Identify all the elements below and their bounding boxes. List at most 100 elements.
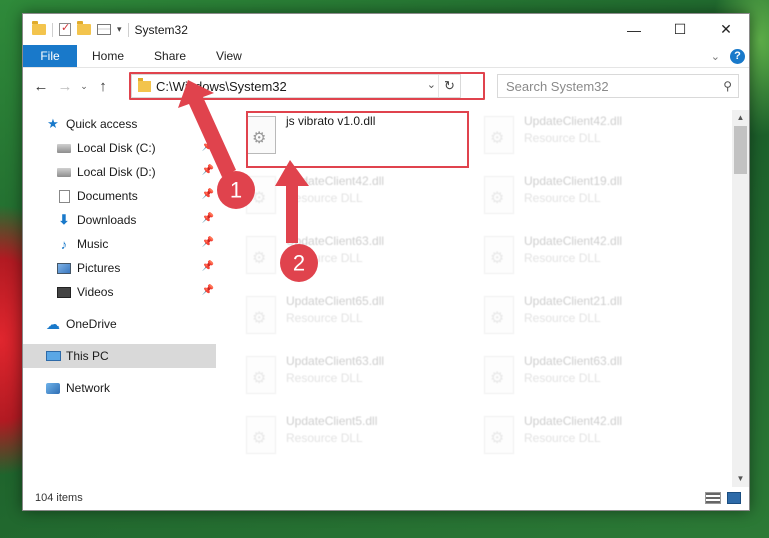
- pin-icon: 📌: [201, 165, 214, 176]
- details-view-icon[interactable]: [705, 492, 721, 504]
- window-controls: — ☐ ✕: [611, 14, 749, 45]
- forward-button[interactable]: →: [53, 74, 77, 98]
- dll-file-icon: [484, 236, 514, 274]
- scroll-up-icon[interactable]: ▲: [732, 110, 749, 126]
- pin-icon: 📌: [201, 261, 214, 272]
- sidebar-item-label: OneDrive: [66, 317, 117, 331]
- sidebar-item-label: This PC: [66, 349, 109, 363]
- network-icon: [45, 381, 61, 395]
- file-item[interactable]: UpdateClient63.dll Resource DLL: [476, 350, 704, 404]
- file-type: Resource DLL: [524, 431, 601, 445]
- ribbon-right-controls: ⌄ ?: [711, 45, 749, 67]
- scroll-down-icon[interactable]: ▼: [732, 471, 749, 487]
- customize-toolbar-chevron-icon[interactable]: ▾: [117, 24, 122, 35]
- documents-icon: [56, 189, 72, 203]
- file-item[interactable]: UpdateClient21.dll Resource DLL: [476, 290, 704, 344]
- disk-icon: [56, 165, 72, 179]
- file-item[interactable]: UpdateClient42.dll Resource DLL: [476, 410, 704, 464]
- file-item[interactable]: UpdateClient19.dll Resource DLL: [476, 170, 704, 224]
- download-icon: ⬇: [58, 212, 70, 227]
- window-title: System32: [134, 22, 188, 37]
- quick-access-toolbar: ▾: [23, 21, 122, 37]
- file-type: Resource DLL: [286, 371, 363, 385]
- file-name: UpdateClient63.dll: [286, 234, 385, 248]
- file-item[interactable]: UpdateClient42.dll Resource DLL: [476, 110, 704, 164]
- address-bar-highlight: [129, 72, 485, 100]
- file-item[interactable]: UpdateClient63.dll Resource DLL: [238, 230, 466, 284]
- up-button[interactable]: ↑: [91, 74, 115, 98]
- large-icons-view-icon[interactable]: [727, 492, 741, 504]
- close-button[interactable]: ✕: [703, 14, 749, 45]
- dll-file-icon: [484, 116, 514, 154]
- search-icon[interactable]: ⚲: [723, 79, 732, 93]
- dll-file-icon: [484, 416, 514, 454]
- sidebar-item-documents[interactable]: Documents 📌: [23, 184, 216, 208]
- recent-locations-button[interactable]: ⌄: [77, 74, 91, 98]
- sidebar-item-pictures[interactable]: Pictures 📌: [23, 256, 216, 280]
- search-box[interactable]: ⚲: [497, 74, 739, 98]
- vertical-scrollbar[interactable]: ▲ ▼: [732, 110, 749, 487]
- new-folder-icon[interactable]: [77, 21, 91, 35]
- folder-icon: [32, 21, 46, 35]
- item-count: 104 items: [35, 492, 83, 504]
- cloud-icon: ☁: [46, 315, 60, 332]
- sidebar-item-this-pc[interactable]: This PC: [23, 344, 216, 368]
- search-input[interactable]: [506, 78, 706, 94]
- back-button[interactable]: ←: [29, 74, 53, 98]
- sidebar-item-local-disk-c[interactable]: Local Disk (C:) 📌: [23, 136, 216, 160]
- pin-icon: 📌: [201, 189, 214, 200]
- tab-view[interactable]: View: [201, 45, 257, 67]
- file-type: Resource DLL: [524, 251, 601, 265]
- file-item[interactable]: UpdateClient5.dll Resource DLL: [238, 410, 466, 464]
- sidebar-item-videos[interactable]: Videos 📌: [23, 280, 216, 304]
- sidebar-item-music[interactable]: ♪ Music 📌: [23, 232, 216, 256]
- file-name: UpdateClient5.dll: [286, 414, 378, 428]
- file-type: Resource DLL: [524, 191, 601, 205]
- sidebar-item-label: Documents: [77, 189, 138, 203]
- sidebar-item-label: Quick access: [66, 117, 138, 131]
- file-type: Resource DLL: [286, 431, 363, 445]
- tab-file[interactable]: File: [23, 45, 77, 67]
- sidebar-item-onedrive[interactable]: ☁ OneDrive: [23, 312, 216, 336]
- file-name: UpdateClient21.dll: [524, 294, 623, 308]
- sidebar-item-network[interactable]: Network: [23, 376, 216, 400]
- file-highlight: [246, 111, 469, 168]
- ribbon-tabs: File Home Share View ⌄ ?: [23, 45, 749, 68]
- view-options-icon[interactable]: [97, 24, 111, 35]
- sidebar-item-label: Network: [66, 381, 111, 395]
- videos-icon: [56, 285, 72, 299]
- toolbar-divider: [52, 22, 53, 37]
- tab-home[interactable]: Home: [77, 45, 139, 67]
- sidebar-item-label: Local Disk (D:): [77, 165, 156, 179]
- help-icon[interactable]: ?: [730, 48, 745, 64]
- pictures-icon: [56, 261, 72, 275]
- view-switcher: [705, 492, 749, 504]
- file-item[interactable]: UpdateClient65.dll Resource DLL: [238, 290, 466, 344]
- sidebar-item-downloads[interactable]: ⬇ Downloads 📌: [23, 208, 216, 232]
- dll-file-icon: [246, 176, 276, 214]
- sidebar-item-label: Pictures: [77, 261, 121, 275]
- minimize-button[interactable]: —: [611, 14, 657, 45]
- sidebar-item-label: Downloads: [77, 213, 137, 227]
- file-type: Resource DLL: [524, 311, 601, 325]
- file-type: Resource DLL: [524, 131, 601, 145]
- navigation-pane: ★ Quick access Local Disk (C:) 📌 Local D…: [23, 110, 216, 487]
- dll-file-icon: [484, 176, 514, 214]
- star-icon: ★: [47, 116, 59, 131]
- sidebar-item-local-disk-d[interactable]: Local Disk (D:) 📌: [23, 160, 216, 184]
- properties-icon[interactable]: [59, 21, 71, 36]
- scroll-thumb[interactable]: [734, 126, 747, 174]
- file-item[interactable]: UpdateClient42.dll Resource DLL: [238, 170, 466, 224]
- file-name: UpdateClient42.dll: [524, 414, 623, 428]
- expand-ribbon-chevron-icon[interactable]: ⌄: [711, 50, 720, 63]
- tab-share[interactable]: Share: [139, 45, 201, 67]
- file-type: Resource DLL: [286, 251, 363, 265]
- maximize-button[interactable]: ☐: [657, 14, 703, 45]
- file-name: UpdateClient42.dll: [524, 234, 623, 248]
- dll-file-icon: [484, 296, 514, 334]
- file-item[interactable]: UpdateClient42.dll Resource DLL: [476, 230, 704, 284]
- file-item[interactable]: UpdateClient63.dll Resource DLL: [238, 350, 466, 404]
- sidebar-item-label: Music: [77, 237, 109, 251]
- sidebar-item-quick-access[interactable]: ★ Quick access: [23, 112, 216, 136]
- file-name: UpdateClient65.dll: [286, 294, 385, 308]
